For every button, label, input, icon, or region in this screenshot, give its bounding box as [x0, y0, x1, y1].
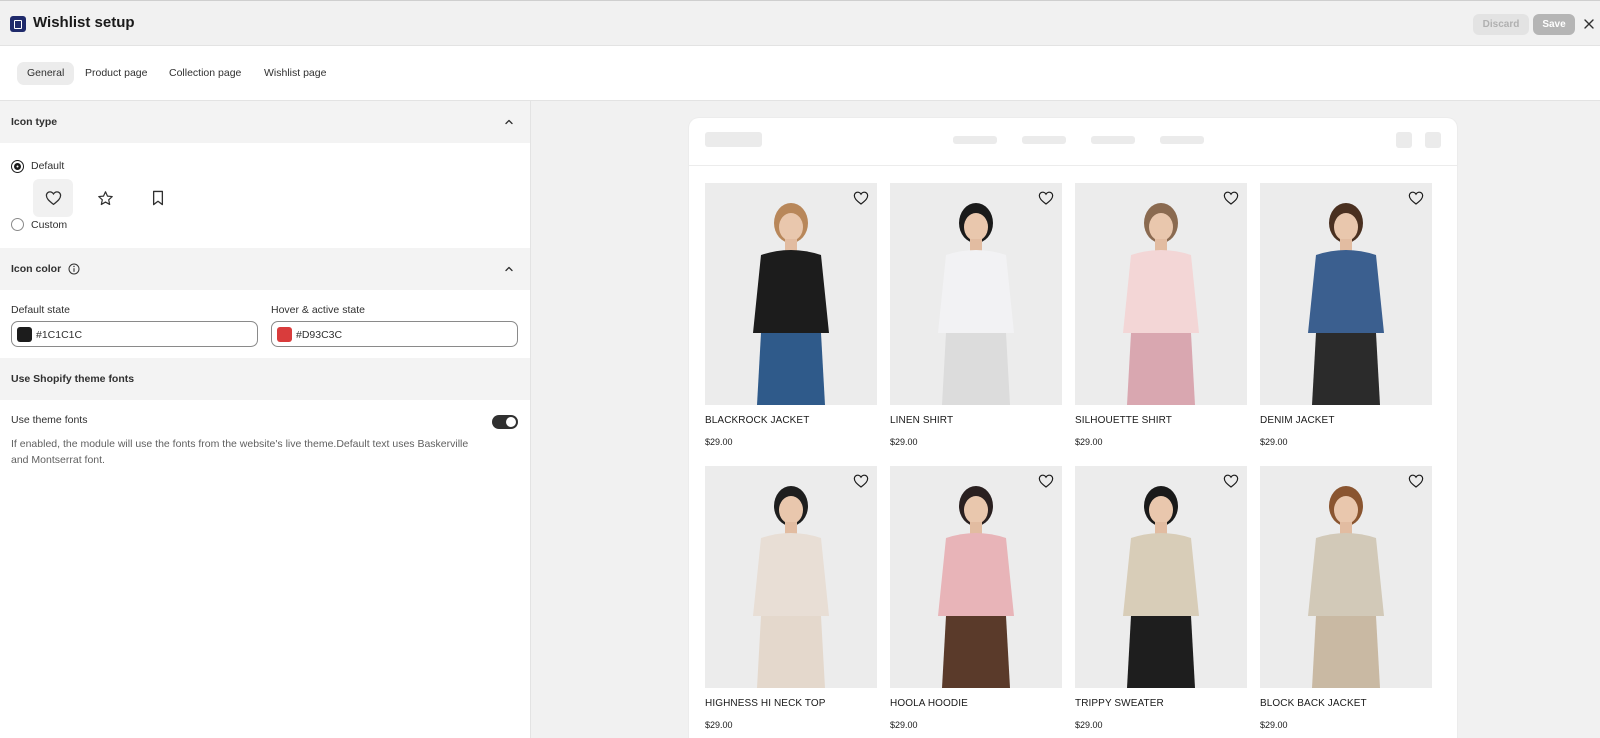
use-theme-fonts-toggle[interactable] [492, 415, 518, 429]
product-price: $29.00 [705, 437, 733, 447]
product-photo [1123, 486, 1199, 688]
product-image[interactable] [1260, 466, 1432, 688]
product-image[interactable] [705, 183, 877, 405]
product-name[interactable]: TRIPPY SWEATER [1075, 698, 1164, 709]
color-value: #D93C3C [296, 329, 343, 341]
hover-state-label: Hover & active state [271, 304, 365, 316]
heart-icon[interactable] [853, 473, 869, 489]
section-title: Use Shopify theme fonts [11, 373, 135, 385]
product-price: $29.00 [705, 720, 733, 730]
info-icon[interactable] [68, 263, 80, 275]
color-value: #1C1C1C [36, 329, 83, 341]
top-bar: Wishlist setup Discard Save [0, 0, 1600, 46]
nav-skeleton [1091, 136, 1135, 144]
tab-collection-page[interactable]: Collection page [159, 62, 251, 85]
heart-icon[interactable] [1223, 473, 1239, 489]
product-image[interactable] [705, 466, 877, 688]
product-price: $29.00 [1260, 437, 1288, 447]
product-price: $29.00 [890, 437, 918, 447]
tab-wishlist-page[interactable]: Wishlist page [254, 62, 336, 85]
product-name[interactable]: LINEN SHIRT [890, 415, 953, 426]
chevron-up-icon[interactable] [504, 264, 514, 274]
product-name[interactable]: DENIM JACKET [1260, 415, 1335, 426]
product-image[interactable] [890, 183, 1062, 405]
product-card[interactable]: SILHOUETTE SHIRT $29.00 [1075, 183, 1247, 447]
heart-icon [45, 191, 61, 206]
product-photo [1308, 486, 1384, 688]
close-icon[interactable] [1582, 17, 1596, 31]
heart-icon[interactable] [1223, 190, 1239, 206]
product-image[interactable] [1075, 466, 1247, 688]
product-price: $29.00 [1075, 720, 1103, 730]
product-photo [938, 203, 1014, 405]
product-name[interactable]: HOOLA HOODIE [890, 698, 968, 709]
product-photo [753, 486, 829, 688]
product-card[interactable]: LINEN SHIRT $29.00 [890, 183, 1062, 447]
bookmark-icon [152, 190, 164, 206]
product-price: $29.00 [890, 720, 918, 730]
custom-radio-label: Custom [31, 219, 68, 231]
product-photo [938, 486, 1014, 688]
default-state-color-input[interactable]: #1C1C1C [11, 321, 258, 347]
heart-icon[interactable] [1038, 473, 1054, 489]
page-title: Wishlist setup [33, 14, 135, 31]
store-preview: BLACKROCK JACKET $29.00 LINEN SHIRT $29.00 S… [689, 118, 1457, 738]
product-image[interactable] [890, 466, 1062, 688]
product-photo [1308, 203, 1384, 405]
product-name[interactable]: BLACKROCK JACKET [705, 415, 809, 426]
theme-fonts-help-text: If enabled, the module will use the font… [11, 438, 469, 466]
tab-product-page[interactable]: Product page [75, 62, 157, 85]
discard-button[interactable]: Discard [1473, 14, 1529, 35]
nav-skeleton [1160, 136, 1204, 144]
header-divider [689, 165, 1457, 166]
hover-state-color-input[interactable]: #D93C3C [271, 321, 518, 347]
product-price: $29.00 [1260, 720, 1288, 730]
product-name[interactable]: SILHOUETTE SHIRT [1075, 415, 1172, 426]
product-card[interactable]: HIGHNESS HI NECK TOP $29.00 [705, 466, 877, 730]
icon-color-section-header[interactable]: Icon color [0, 248, 530, 290]
heart-icon[interactable] [1408, 473, 1424, 489]
icon-option-star[interactable] [85, 179, 125, 217]
tab-bar: General Product page Collection page Wis… [0, 46, 1600, 101]
product-price: $29.00 [1075, 437, 1103, 447]
use-theme-fonts-label: Use theme fonts [11, 414, 88, 426]
nav-skeleton [953, 136, 997, 144]
product-image[interactable] [1075, 183, 1247, 405]
icon-skeleton [1396, 132, 1412, 148]
product-card[interactable]: TRIPPY SWEATER $29.00 [1075, 466, 1247, 730]
color-swatch[interactable] [277, 327, 292, 342]
default-state-label: Default state [11, 304, 70, 316]
icon-option-bookmark[interactable] [138, 179, 178, 217]
product-card[interactable]: DENIM JACKET $29.00 [1260, 183, 1432, 447]
heart-icon[interactable] [1408, 190, 1424, 206]
tab-general[interactable]: General [17, 62, 75, 85]
color-swatch[interactable] [17, 327, 32, 342]
icon-skeleton [1425, 132, 1441, 148]
settings-panel: Icon type Default Custom Icon color Defa… [0, 101, 531, 738]
section-title: Icon color [11, 263, 62, 275]
star-icon [97, 190, 113, 205]
product-name[interactable]: HIGHNESS HI NECK TOP [705, 698, 826, 709]
heart-icon[interactable] [853, 190, 869, 206]
product-card[interactable]: HOOLA HOODIE $29.00 [890, 466, 1062, 730]
product-name[interactable]: BLOCK BACK JACKET [1260, 698, 1367, 709]
custom-radio[interactable] [11, 218, 24, 231]
section-title: Icon type [11, 116, 58, 128]
product-card[interactable]: BLOCK BACK JACKET $29.00 [1260, 466, 1432, 730]
icon-type-section-header[interactable]: Icon type [0, 101, 530, 143]
heart-icon[interactable] [1038, 190, 1054, 206]
product-photo [1123, 203, 1199, 405]
nav-skeleton [1022, 136, 1066, 144]
product-photo [753, 203, 829, 405]
theme-fonts-section-header: Use Shopify theme fonts [0, 358, 530, 400]
product-image[interactable] [1260, 183, 1432, 405]
icon-option-heart[interactable] [33, 179, 73, 217]
logo-skeleton [705, 132, 762, 147]
chevron-up-icon[interactable] [504, 117, 514, 127]
product-card[interactable]: BLACKROCK JACKET $29.00 [705, 183, 877, 447]
app-logo-icon [10, 16, 26, 32]
default-radio[interactable] [11, 160, 24, 173]
save-button[interactable]: Save [1533, 14, 1575, 35]
default-radio-label: Default [31, 160, 65, 172]
